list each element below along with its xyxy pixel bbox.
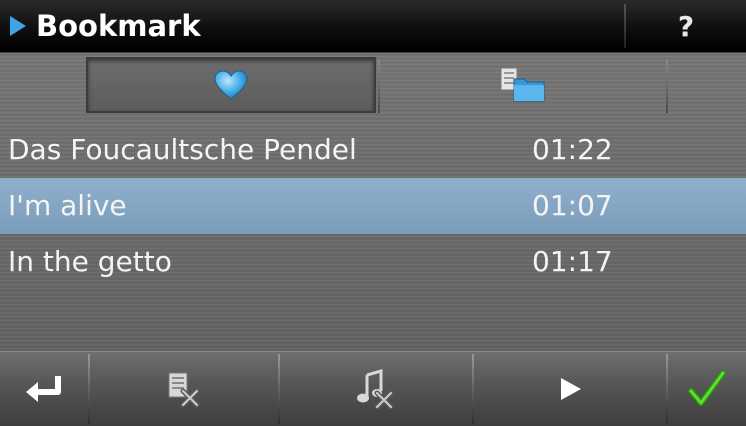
track-time: 01:07 xyxy=(532,189,613,222)
delete-track-icon xyxy=(357,369,394,409)
help-button[interactable]: ? xyxy=(626,0,746,52)
heart-icon xyxy=(214,70,248,100)
list-item[interactable]: Das Foucaultsche Pendel 01:22 xyxy=(0,122,746,178)
bottom-toolbar xyxy=(0,351,746,426)
page-title: Bookmark xyxy=(36,9,201,43)
confirm-button[interactable] xyxy=(668,352,746,426)
delete-all-icon xyxy=(168,372,200,408)
title-bar: Bookmark ? xyxy=(0,0,746,53)
track-title: I'm alive xyxy=(8,189,127,222)
tab-folders[interactable] xyxy=(380,57,666,113)
delete-track-button[interactable] xyxy=(280,352,470,426)
track-time: 01:17 xyxy=(532,245,613,278)
tab-divider xyxy=(666,59,668,113)
title-arrow-icon xyxy=(10,16,26,36)
list-item[interactable]: I'm alive 01:07 xyxy=(0,178,746,234)
delete-all-button[interactable] xyxy=(90,352,276,426)
back-button[interactable] xyxy=(0,352,88,426)
play-button[interactable] xyxy=(474,352,666,426)
folder-icon xyxy=(500,67,545,102)
tab-bar xyxy=(0,53,746,119)
confirm-icon xyxy=(688,370,726,406)
track-time: 01:22 xyxy=(532,133,613,166)
track-title: Das Foucaultsche Pendel xyxy=(8,133,357,166)
track-title: In the getto xyxy=(8,245,172,278)
list-item[interactable]: In the getto 01:17 xyxy=(0,234,746,290)
bookmark-list: Das Foucaultsche Pendel 01:22 I'm alive … xyxy=(0,122,746,290)
tab-favorites[interactable] xyxy=(86,57,376,113)
back-icon xyxy=(26,376,61,402)
play-icon xyxy=(561,378,581,400)
